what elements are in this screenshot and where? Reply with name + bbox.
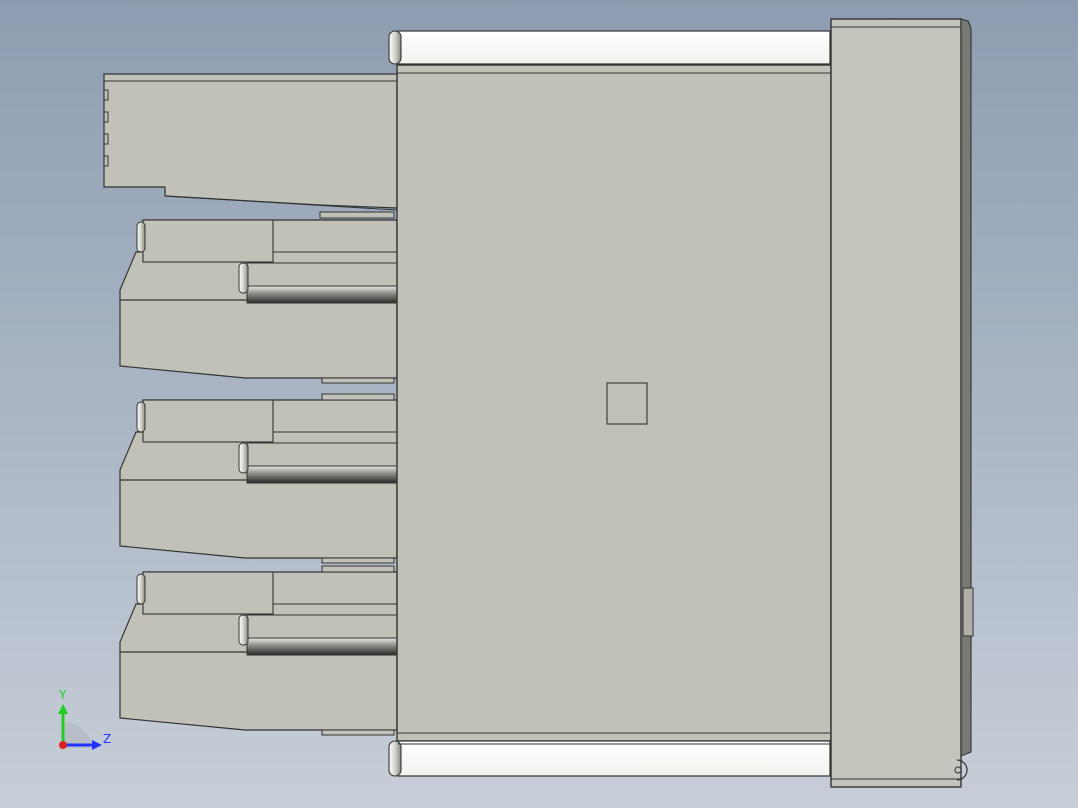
top-latch [103,73,398,219]
main-housing[interactable] [396,64,832,742]
origin-point [59,741,67,749]
bottom-rail [388,740,831,777]
part-model[interactable] [0,0,1078,808]
bezel-clip [962,587,974,637]
z-axis-label: Z [103,732,112,746]
top-rail [388,30,831,65]
connector-block[interactable] [119,565,398,736]
connector-block[interactable] [119,393,398,564]
connector-block[interactable] [119,219,398,384]
cad-viewport[interactable]: Y Z [0,0,1078,808]
y-axis-label: Y [59,688,67,702]
front-bezel[interactable] [830,18,974,788]
orientation-triad [58,704,102,750]
